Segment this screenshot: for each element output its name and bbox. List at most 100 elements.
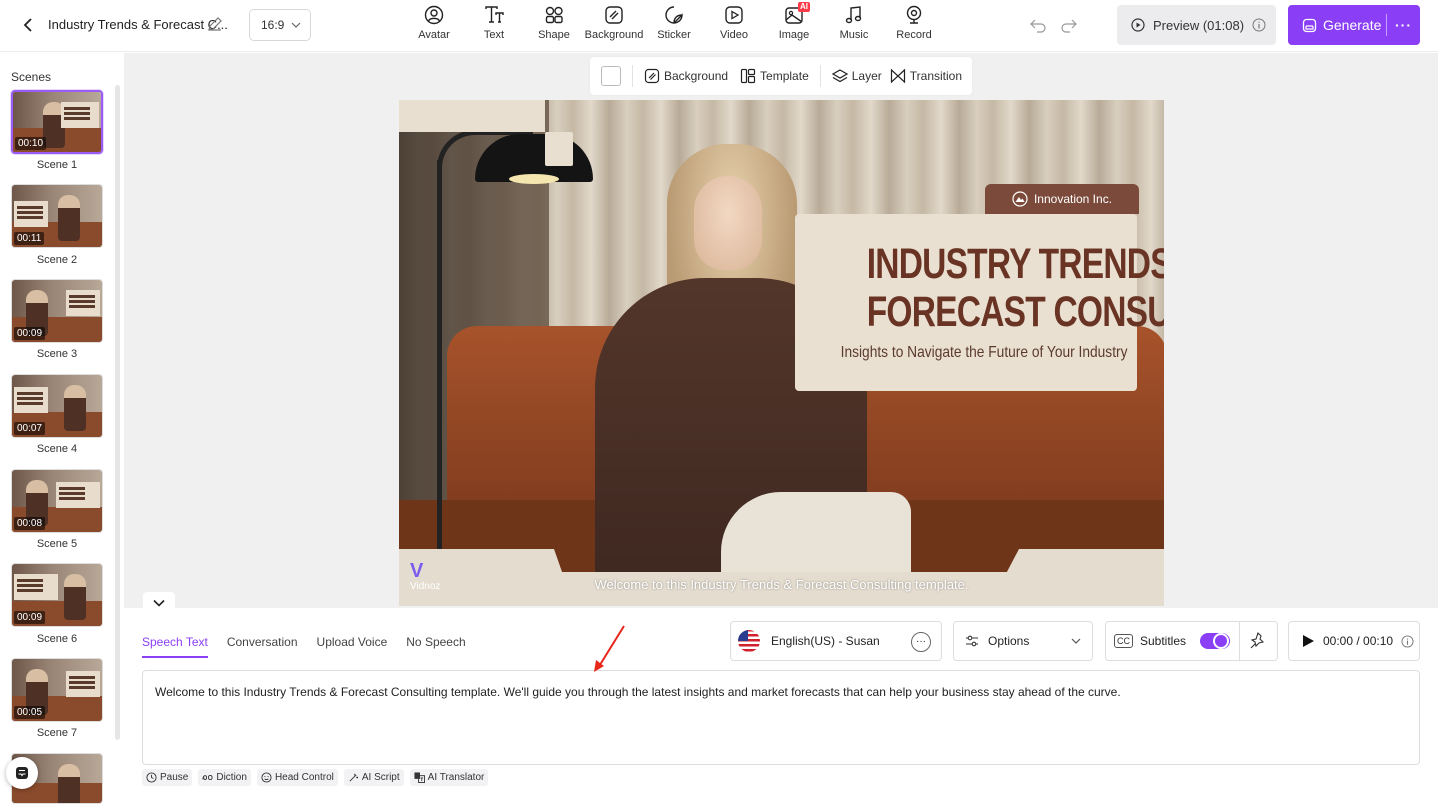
tool-record[interactable]: Record bbox=[884, 3, 944, 49]
pause-button[interactable]: Pause bbox=[142, 769, 193, 786]
scene-duration: 00:11 bbox=[14, 232, 45, 245]
background-icon bbox=[605, 6, 623, 24]
play-icon[interactable] bbox=[1301, 634, 1315, 648]
scenes-title: Scenes bbox=[11, 70, 52, 84]
tool-label: Avatar bbox=[418, 29, 450, 41]
chat-support-button[interactable] bbox=[6, 757, 38, 789]
scene-label: Scene 3 bbox=[36, 348, 78, 360]
tool-video[interactable]: Video bbox=[704, 3, 764, 49]
tool-sticker[interactable]: Sticker bbox=[644, 3, 704, 49]
options-select[interactable]: Options bbox=[953, 621, 1093, 661]
speech-text-input[interactable]: Welcome to this Industry Trends & Foreca… bbox=[142, 670, 1420, 765]
template-button[interactable]: Template bbox=[740, 68, 809, 84]
action-label: Pause bbox=[160, 772, 189, 783]
scene-card bbox=[14, 387, 48, 413]
subtitles-label: Subtitles bbox=[1140, 634, 1187, 648]
tool-avatar[interactable]: Avatar bbox=[404, 3, 464, 49]
subtitles-toggle[interactable] bbox=[1200, 633, 1230, 649]
scene-person bbox=[58, 195, 80, 241]
tool-label: Music bbox=[839, 29, 869, 41]
avatar-face bbox=[694, 176, 762, 270]
scene-duration: 00:07 bbox=[14, 422, 46, 435]
scene-thumbnail-1[interactable]: 00:10 bbox=[11, 90, 103, 154]
scene-duration: 00:09 bbox=[14, 327, 46, 340]
music-icon bbox=[845, 6, 862, 24]
inbox-icon bbox=[16, 767, 28, 779]
generate-label: Generate bbox=[1323, 17, 1382, 33]
more-options-button[interactable]: ··· bbox=[1387, 17, 1420, 33]
ai-script-button[interactable]: AI Script bbox=[343, 769, 404, 786]
tool-image[interactable]: AI Image bbox=[764, 2, 824, 49]
clock-icon bbox=[146, 772, 157, 783]
video-preview[interactable]: Innovation Inc. INDUSTRY TRENDS & FORECA… bbox=[399, 100, 1164, 606]
voice-more-icon[interactable]: ··· bbox=[911, 632, 931, 652]
sliders-icon bbox=[966, 635, 978, 647]
speech-actions: Pause Diction Head Control AI Script AI … bbox=[142, 769, 489, 786]
preview-button[interactable]: Preview (01:08) bbox=[1117, 5, 1276, 45]
tool-shape[interactable]: Shape bbox=[524, 3, 584, 49]
back-button[interactable] bbox=[20, 14, 36, 36]
diction-button[interactable]: Diction bbox=[198, 769, 251, 786]
scene-thumbnail-4[interactable]: 00:07 bbox=[11, 374, 103, 438]
tab-upload-voice[interactable]: Upload Voice bbox=[317, 635, 388, 658]
edit-pencil-icon[interactable] bbox=[206, 15, 224, 33]
background-button[interactable]: Background bbox=[644, 68, 728, 84]
floor-lamp bbox=[437, 160, 442, 560]
scene-label: Scene 5 bbox=[36, 538, 78, 550]
aspect-ratio-select[interactable]: 16:9 bbox=[249, 9, 311, 41]
ai-translator-button[interactable]: AI Translator bbox=[409, 769, 489, 786]
head-control-button[interactable]: Head Control bbox=[256, 769, 338, 786]
scene-thumbnail-5[interactable]: 00:08 bbox=[11, 469, 103, 533]
background-color-swatch[interactable] bbox=[601, 66, 621, 86]
background-icon bbox=[644, 68, 660, 84]
scene-thumbnail-7[interactable]: 00:05 bbox=[11, 658, 103, 722]
play-circle-icon bbox=[1131, 18, 1145, 32]
cc-icon: CC bbox=[1114, 634, 1133, 648]
ai-badge: AI bbox=[798, 2, 810, 12]
speech-tabs: Speech Text Conversation Upload Voice No… bbox=[142, 635, 466, 658]
chevron-down-icon bbox=[291, 22, 301, 28]
scenes-scrollbar[interactable] bbox=[115, 85, 120, 740]
tab-speech-text[interactable]: Speech Text bbox=[142, 635, 208, 658]
background-label: Background bbox=[664, 69, 729, 83]
tool-text[interactable]: Text bbox=[464, 3, 524, 49]
company-name: Innovation Inc. bbox=[1033, 192, 1113, 206]
chevron-down-icon bbox=[1071, 638, 1081, 644]
scene-duration: 00:08 bbox=[14, 517, 46, 530]
redo-icon[interactable] bbox=[1060, 16, 1078, 34]
tool-label: Shape bbox=[538, 29, 570, 41]
generate-button[interactable]: Generate ··· bbox=[1288, 5, 1420, 45]
undo-icon[interactable] bbox=[1029, 16, 1047, 34]
playback-time: 00:00 / 00:10 bbox=[1323, 634, 1394, 648]
tool-background[interactable]: Background bbox=[584, 3, 644, 49]
scene-person bbox=[64, 385, 86, 431]
title-card[interactable]: INDUSTRY TRENDS & FORECAST CONSULTING In… bbox=[795, 214, 1164, 391]
tab-no-speech[interactable]: No Speech bbox=[406, 635, 465, 658]
divider bbox=[1239, 622, 1240, 660]
magic-pin-icon[interactable] bbox=[1248, 631, 1268, 651]
headline-line-2: FORECAST CONSULTING bbox=[866, 288, 1164, 336]
transition-icon bbox=[890, 68, 905, 84]
scene-thumbnail-3[interactable]: 00:09 bbox=[11, 279, 103, 343]
scene-person bbox=[58, 764, 80, 803]
generate-main[interactable]: Generate bbox=[1288, 5, 1386, 45]
playback-control[interactable]: 00:00 / 00:10 bbox=[1288, 621, 1420, 661]
scene-thumbnail-2[interactable]: 00:11 bbox=[11, 184, 103, 248]
transition-button[interactable]: Transition bbox=[890, 68, 962, 84]
video-caption: Welcome to this Industry Trends & Foreca… bbox=[594, 577, 969, 592]
lamp-light bbox=[509, 174, 559, 184]
layer-button[interactable]: Layer bbox=[831, 68, 882, 84]
diction-icon bbox=[202, 774, 213, 781]
tool-music[interactable]: Music bbox=[824, 3, 884, 49]
voice-select[interactable]: English(US) - Susan ··· bbox=[730, 621, 942, 661]
scene-card bbox=[61, 102, 99, 128]
scene-duration: 00:10 bbox=[15, 137, 47, 150]
company-tag[interactable]: Innovation Inc. bbox=[985, 184, 1139, 214]
project-title[interactable]: Industry Trends & Forecast C... bbox=[48, 17, 228, 32]
tab-conversation[interactable]: Conversation bbox=[227, 635, 298, 658]
tool-label: Record bbox=[896, 29, 932, 41]
tool-label: Text bbox=[483, 29, 505, 41]
scene-thumbnail-6[interactable]: 00:09 bbox=[11, 563, 103, 627]
layer-icon bbox=[831, 69, 848, 83]
top-bar: Industry Trends & Forecast C... 16:9 Ava… bbox=[0, 0, 1438, 52]
